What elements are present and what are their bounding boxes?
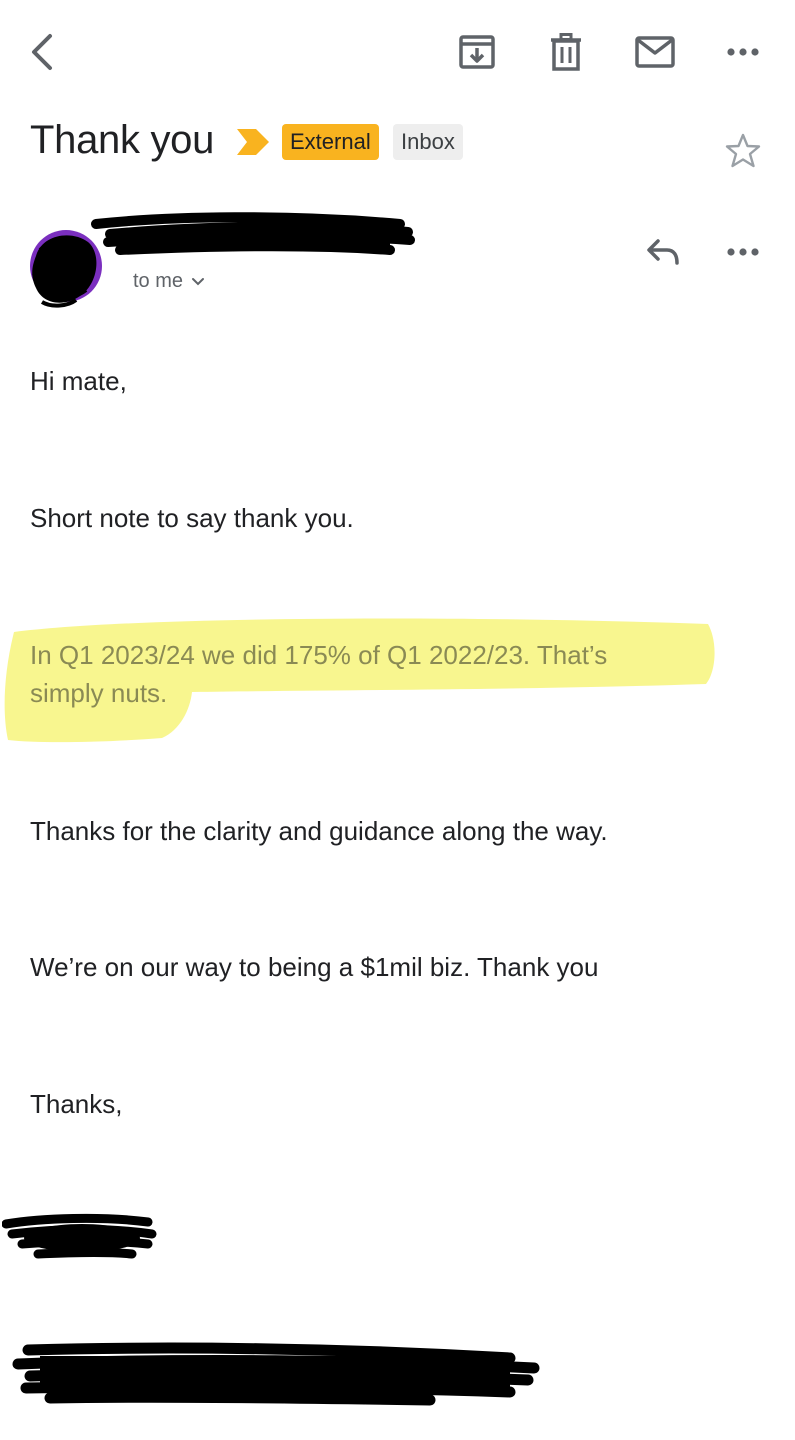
importance-marker[interactable] [236,128,272,158]
redacted-signature-name [2,1213,157,1259]
chevron-down-icon [192,277,205,285]
more-options-button[interactable] [722,34,764,70]
star-outline-icon [725,133,761,168]
reply-button[interactable] [640,232,686,272]
recipient-toggle[interactable]: to me [133,270,205,293]
archive-icon [459,35,495,69]
star-button[interactable] [722,130,764,172]
highlighted-line-2: simply nuts. [30,678,168,708]
highlighted-line-1: In Q1 2023/24 we did 175% of Q1 2022/23.… [30,640,608,670]
archive-button[interactable] [454,30,500,74]
body-line-1: Short note to say thank you. [30,503,354,533]
mail-icon [635,36,675,68]
body-greeting: Hi mate, [30,366,127,396]
label-inbox[interactable]: Inbox [393,124,463,160]
body-line-4: We’re on our way to being a $1mil biz. T… [30,952,599,982]
body-signoff: Thanks, [30,1089,123,1119]
recipient-text: to me [133,270,184,292]
redacted-signature-details [12,1342,540,1406]
more-horizontal-icon [727,248,759,256]
redacted-sender-name [91,212,415,255]
more-horizontal-icon [727,48,759,56]
back-button[interactable] [22,30,62,74]
message-more-button[interactable] [722,234,764,270]
label-external[interactable]: External [282,124,379,160]
back-arrow-icon [32,34,52,70]
trash-icon [551,33,581,71]
delete-button[interactable] [544,30,588,74]
sender-avatar[interactable] [28,226,108,308]
mark-unread-button[interactable] [632,30,678,74]
importance-marker-icon [237,129,269,155]
reply-icon [647,239,679,265]
email-subject: Thank you [30,118,215,162]
body-line-3: Thanks for the clarity and guidance alon… [30,816,608,846]
